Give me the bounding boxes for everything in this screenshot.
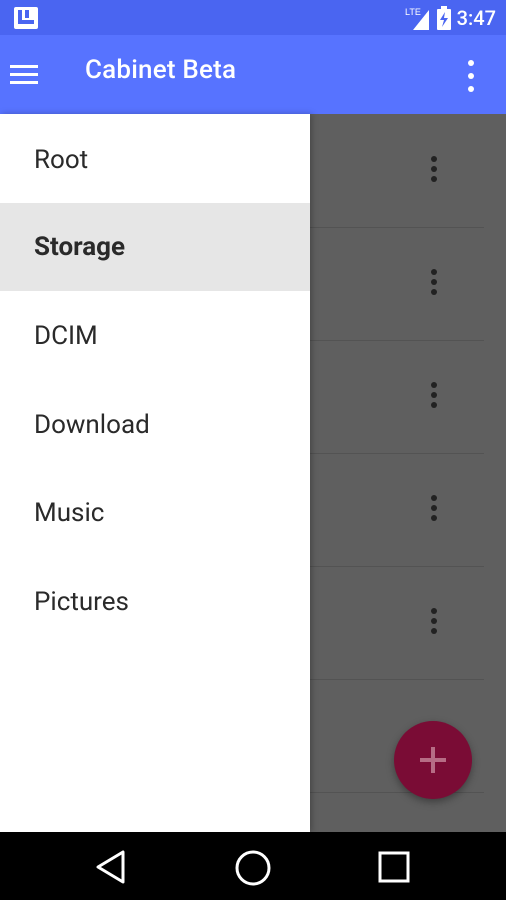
battery-charging-icon — [436, 5, 451, 30]
app-notification-icon — [14, 7, 38, 29]
drawer-item-label: Storage — [34, 232, 126, 262]
list-item[interactable] — [310, 340, 484, 454]
drawer-item-storage[interactable]: Storage — [0, 203, 310, 291]
add-fab-button[interactable] — [394, 721, 472, 799]
list-item[interactable] — [310, 114, 484, 228]
drawer-item-label: DCIM — [34, 321, 98, 351]
drawer-item-label: Pictures — [34, 587, 129, 617]
more-vert-icon[interactable] — [430, 494, 438, 522]
more-vert-icon[interactable] — [430, 607, 438, 635]
home-icon[interactable] — [234, 850, 272, 886]
status-bar: LTE 3:47 — [0, 0, 506, 35]
more-vert-icon[interactable] — [430, 268, 438, 296]
menu-icon[interactable] — [10, 63, 40, 87]
list-item[interactable] — [310, 453, 484, 567]
status-time: 3:47 — [456, 5, 496, 30]
drawer-item-music[interactable]: Music — [0, 469, 310, 557]
app-bar: Cabinet Beta — [0, 35, 506, 114]
more-vert-icon[interactable] — [466, 59, 476, 93]
drawer-item-pictures[interactable]: Pictures — [0, 558, 310, 646]
svg-text:LTE: LTE — [405, 7, 421, 17]
app-title: Cabinet Beta — [85, 55, 237, 85]
more-vert-icon[interactable] — [430, 155, 438, 183]
drawer-item-label: Root — [34, 145, 89, 175]
system-nav-bar — [0, 832, 506, 900]
drawer-item-root[interactable]: Root — [0, 116, 310, 204]
drawer-item-label: Music — [34, 498, 105, 528]
drawer-item-download[interactable]: Download — [0, 381, 310, 469]
drawer-item-label: Download — [34, 410, 150, 440]
more-vert-icon[interactable] — [430, 381, 438, 409]
back-icon[interactable] — [95, 850, 127, 884]
add-icon — [420, 747, 446, 773]
recents-icon[interactable] — [377, 850, 411, 884]
navigation-drawer: Root Storage DCIM Download Music Picture… — [0, 114, 310, 832]
list-item[interactable] — [310, 227, 484, 341]
drawer-item-dcim[interactable]: DCIM — [0, 292, 310, 380]
lte-signal-icon: LTE — [405, 7, 429, 30]
list-item[interactable] — [310, 566, 484, 680]
status-right: LTE 3:47 — [405, 4, 496, 31]
